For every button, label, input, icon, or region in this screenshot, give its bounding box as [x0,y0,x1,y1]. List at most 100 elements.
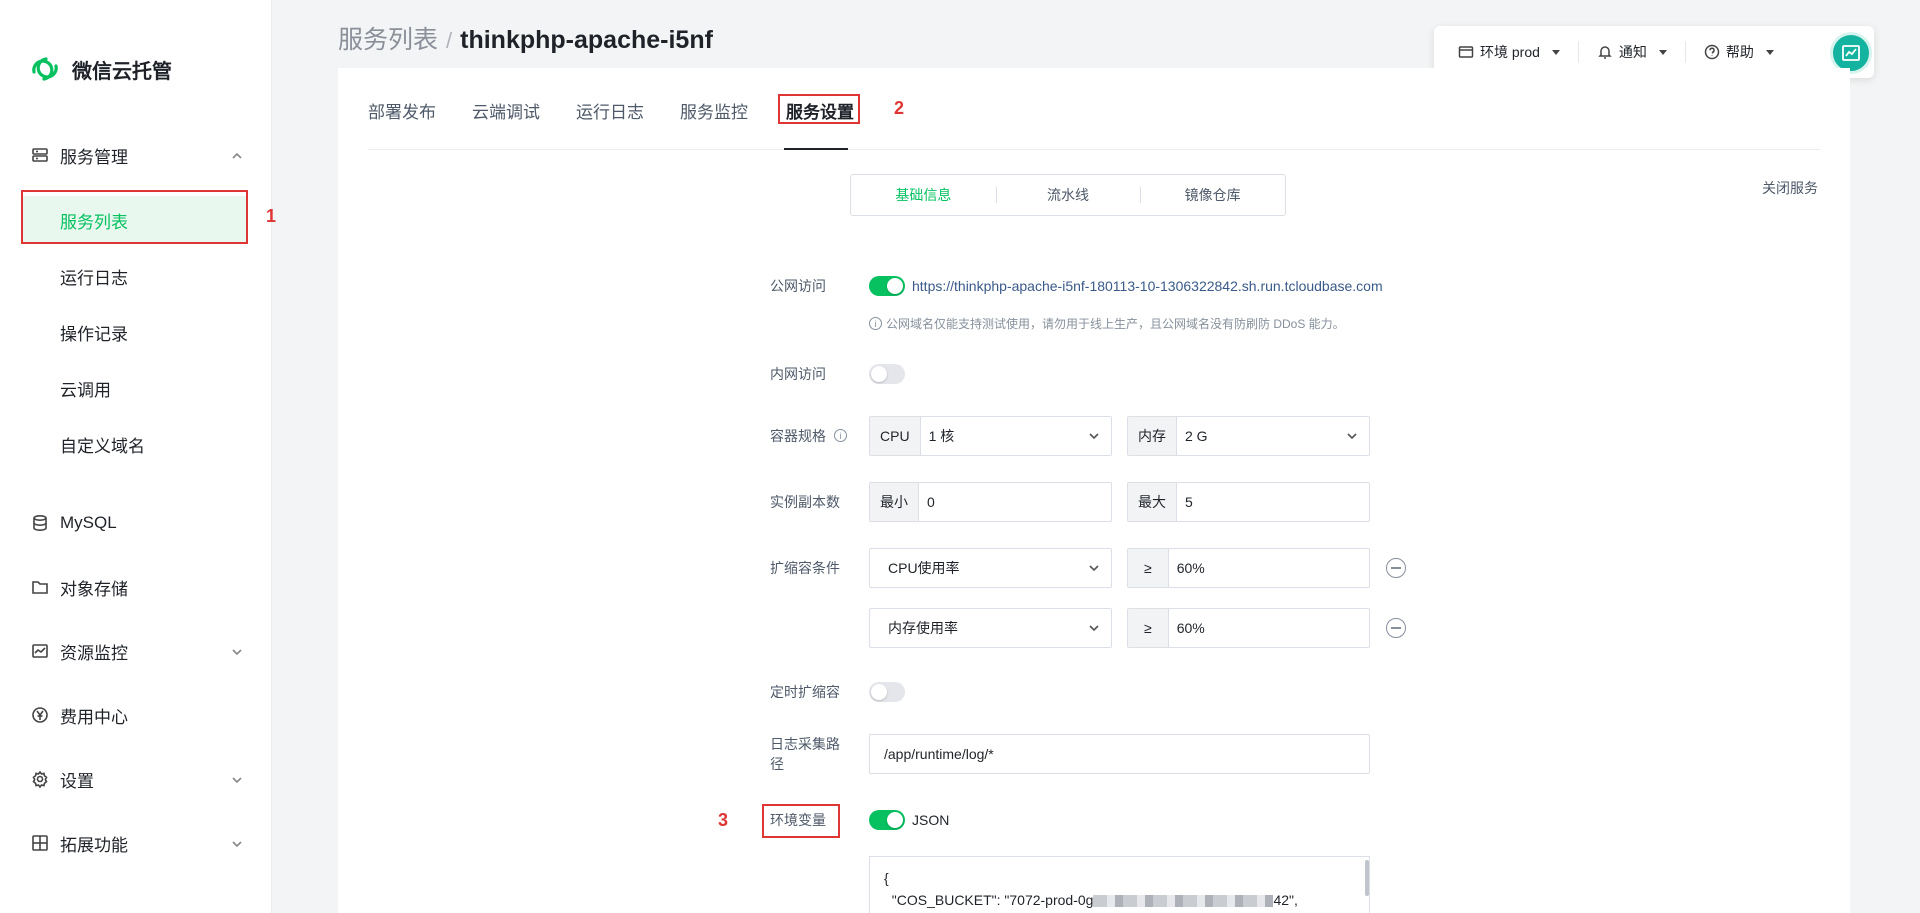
settings-segment-control: 基础信息 流水线 镜像仓库 [850,174,1286,216]
app-name: 微信云托管 [72,60,172,83]
sidebar-group-object-storage[interactable]: 对象存储 [0,572,272,602]
extension-icon [30,833,50,853]
sidebar-item-cloud-call[interactable]: 云调用 [0,364,272,412]
breadcrumb-current: thinkphp-apache-i5nf [460,26,713,54]
log-path-value: /app/runtime/log/* [884,746,994,762]
sidebar: 微信云托管 服务管理 服务列表 运行日志 操作记录 云调用 自定义域名 MySQ… [0,0,272,913]
cpu-value: 1 核 [928,428,955,444]
breadcrumb-parent[interactable]: 服务列表 [338,20,438,56]
segment-image-repo[interactable]: 镜像仓库 [1140,185,1285,205]
sidebar-item-runtime-logs[interactable]: 运行日志 [0,252,272,300]
scaling-metric-value: 内存使用率 [888,620,958,636]
help-icon [1704,44,1720,60]
chevron-down-icon [1345,429,1359,443]
cpu-select[interactable]: CPU 1 核 [869,416,1112,456]
timed-scaling-label: 定时扩缩容 [770,684,840,700]
annotation-box-2 [778,94,860,124]
segment-pipeline[interactable]: 流水线 [995,185,1141,205]
sidebar-group-label: 资源监控 [60,643,128,663]
threshold-operator: ≥ [1128,549,1169,587]
sidebar-item-operation-records[interactable]: 操作记录 [0,308,272,356]
annotation-number-2: 2 [894,98,905,118]
timed-scaling-toggle[interactable] [869,682,905,702]
spec-info[interactable]: i [834,429,847,442]
threshold-value: 60% [1176,560,1205,576]
editor-scrollbar[interactable] [1365,860,1369,896]
sidebar-group-extensions[interactable]: 拓展功能 [0,828,272,858]
annotation-box-3 [762,804,840,838]
min-prefix: 最小 [870,483,919,521]
remove-rule-button[interactable] [1386,558,1406,578]
scaling-threshold-input-cpu[interactable]: ≥ 60% [1127,548,1370,588]
app-logo[interactable]: 微信云托管 [28,52,172,86]
sidebar-group-settings[interactable]: 设置 [0,764,272,794]
cpu-prefix: CPU [870,417,921,455]
tab-deploy[interactable]: 部署发布 [368,98,436,123]
scaling-metric-value: CPU使用率 [888,560,960,576]
sidebar-group-label: 费用中心 [60,707,128,727]
tab-runtime-logs[interactable]: 运行日志 [576,98,644,123]
log-path-input[interactable]: /app/runtime/log/* [869,734,1370,774]
private-access-toggle[interactable] [869,364,905,384]
chevron-down-icon [230,644,244,658]
sidebar-group-mysql[interactable]: MySQL [0,508,272,538]
min-replicas-input[interactable]: 最小 0 [869,482,1112,522]
container-spec-label: 容器规格 [770,428,826,444]
wechat-cloud-logo-icon [32,57,58,81]
tab-cloud-debug[interactable]: 云端调试 [472,98,540,123]
env-vars-json-toggle[interactable] [869,810,905,830]
chevron-down-icon [1087,429,1101,443]
bell-icon [1598,46,1612,59]
sidebar-group-label: 对象存储 [60,579,128,599]
breadcrumb-separator: / [446,28,453,53]
json-mode-label: JSON [912,812,950,828]
close-service-link[interactable]: 关闭服务 [1762,178,1818,198]
sidebar-item-label: 自定义域名 [60,436,145,456]
scaling-metric-select-cpu[interactable]: CPU使用率 [869,548,1112,588]
threshold-value: 60% [1176,620,1205,636]
help-label: 帮助 [1725,44,1754,60]
sidebar-group-label: 设置 [60,771,94,791]
max-replicas-input[interactable]: 最大 5 [1127,482,1370,522]
public-access-hint: i 公网域名仅能支持测试使用，请勿用于线上生产，且公网域名没有防刷防 DDoS … [869,315,1345,332]
folder-icon [30,577,50,597]
sidebar-group-service-management[interactable]: 服务管理 [0,140,272,170]
env-vars-editor[interactable]: { "COS_BUCKET": "7072-prod-0g 42", [869,856,1370,913]
scaling-threshold-input-memory[interactable]: ≥ 60% [1127,608,1370,648]
notification-menu[interactable]: 通知 [1597,41,1686,63]
notification-label: 通知 [1618,44,1647,60]
public-access-label: 公网访问 [770,278,826,294]
sidebar-item-label: 运行日志 [60,268,128,288]
threshold-operator: ≥ [1128,609,1169,647]
scaling-label: 扩缩容条件 [770,560,840,576]
annotation-box-1 [21,190,248,244]
public-access-hint-text: 公网域名仅能支持测试使用，请勿用于线上生产，且公网域名没有防刷防 DDoS 能力… [886,317,1345,331]
sidebar-group-resource-monitor[interactable]: 资源监控 [0,636,272,666]
log-path-label: 日志采集路径 [770,736,840,772]
public-access-toggle[interactable] [869,276,905,296]
active-tab-indicator [784,148,848,150]
scaling-metric-select-memory[interactable]: 内存使用率 [869,608,1112,648]
sidebar-group-billing[interactable]: 费用中心 [0,700,272,730]
sidebar-item-custom-domain[interactable]: 自定义域名 [0,420,272,468]
code-line-2-prefix: "COS_BUCKET": "7072-prod-0g [884,892,1094,908]
tab-service-monitor[interactable]: 服务监控 [680,98,748,123]
memory-select[interactable]: 内存 2 G [1127,416,1370,456]
environment-icon [1458,46,1474,58]
gear-icon [30,769,50,789]
remove-rule-button[interactable] [1386,618,1406,638]
tab-bar: 部署发布 云端调试 运行日志 服务监控 服务设置 [368,68,1820,150]
env-selector[interactable]: 环境 prod [1458,41,1579,63]
public-url-link[interactable]: https://thinkphp-apache-i5nf-180113-10-1… [912,278,1383,294]
max-prefix: 最大 [1128,483,1177,521]
annotation-number-3: 3 [718,810,729,830]
monitor-icon [30,641,50,661]
segment-basic-info[interactable]: 基础信息 [851,185,996,205]
caret-down-icon [1551,49,1560,55]
sidebar-item-label: 操作记录 [60,324,128,344]
chevron-down-icon [1087,621,1101,635]
help-menu[interactable]: 帮助 [1704,41,1792,63]
private-access-label: 内网访问 [770,366,826,382]
main-content: 部署发布 云端调试 运行日志 服务监控 服务设置 2 基础信息 流水线 镜像仓库… [338,68,1850,913]
code-line-1: { [884,870,889,886]
